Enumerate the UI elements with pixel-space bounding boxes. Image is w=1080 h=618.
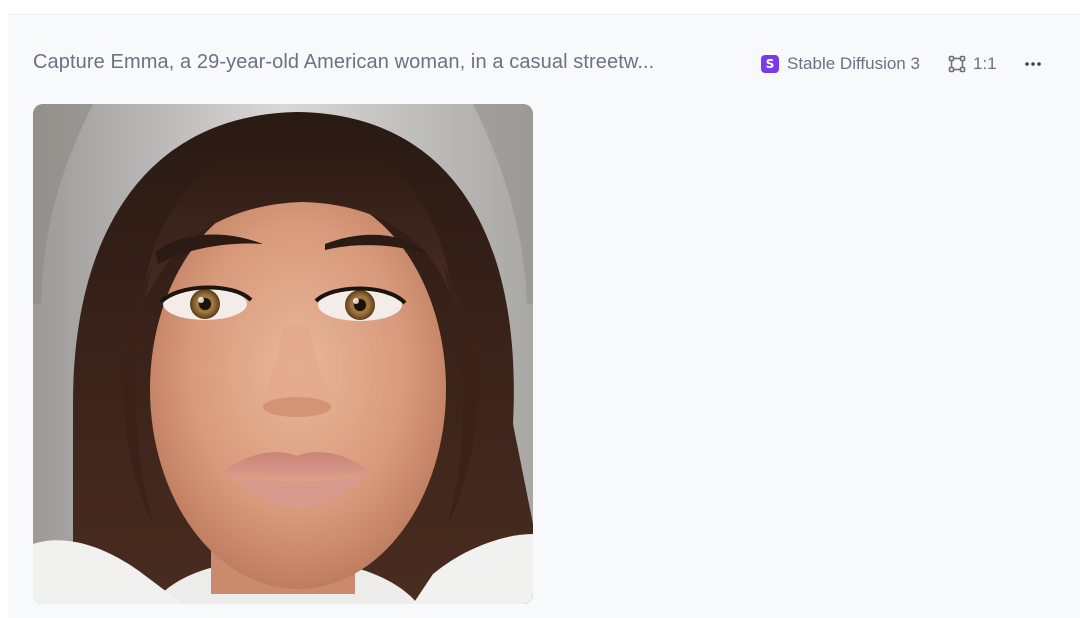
generated-image[interactable] — [33, 104, 533, 604]
generation-card: Capture Emma, a 29-year-old American wom… — [8, 14, 1080, 618]
generation-header: Capture Emma, a 29-year-old American wom… — [8, 15, 1080, 103]
portrait-image — [33, 104, 533, 604]
aspect-ratio-badge[interactable]: 1:1 — [948, 53, 997, 75]
more-horizontal-icon — [1024, 61, 1042, 67]
prompt-text[interactable]: Capture Emma, a 29-year-old American wom… — [33, 49, 713, 75]
stable-diffusion-logo-icon: S — [761, 55, 779, 73]
model-badge[interactable]: S Stable Diffusion 3 — [761, 53, 920, 75]
model-name: Stable Diffusion 3 — [787, 54, 920, 73]
more-options-button[interactable] — [1020, 52, 1046, 76]
crop-frame-icon — [948, 55, 966, 73]
aspect-ratio-label: 1:1 — [973, 54, 997, 73]
